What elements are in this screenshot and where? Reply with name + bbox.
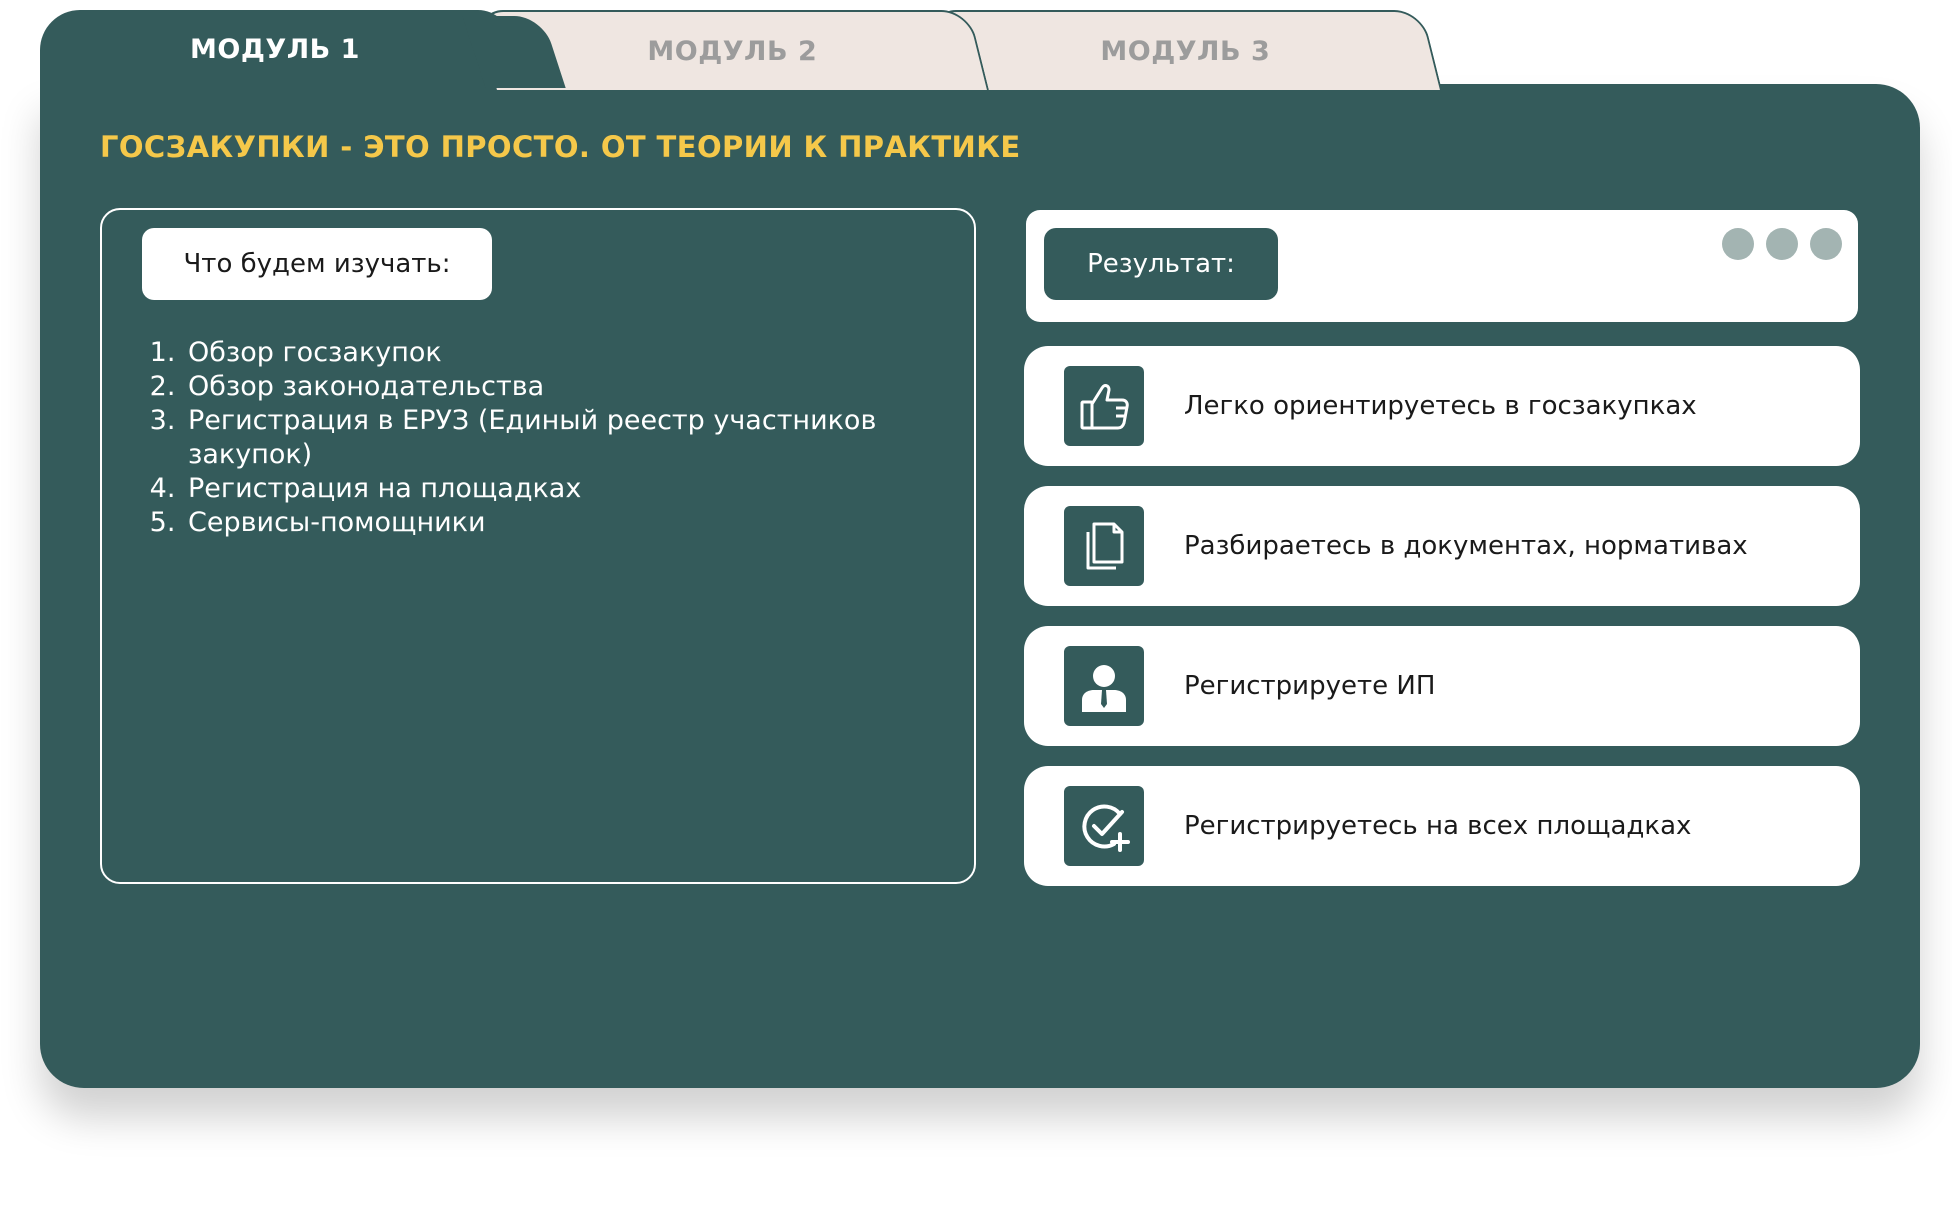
study-box: Что будем изучать: Обзор госзакупок Обзо… [100,208,976,884]
thumbs-up-icon [1064,366,1144,446]
module-tabs: МОДУЛЬ 1 МОДУЛЬ 2 МОДУЛЬ 3 [40,10,1442,90]
result-card-2: Разбираетесь в документах, нормативах [1024,486,1860,606]
result-text: Регистрируете ИП [1184,671,1436,701]
window-dots [1722,228,1842,260]
result-header: Результат: [1026,210,1858,322]
result-card-4: Регистрируетесь на всех площадках [1024,766,1860,886]
tab-module-2-label: МОДУЛЬ 2 [647,35,818,67]
result-label: Результат: [1044,228,1278,300]
result-text: Легко ориентируетесь в госзакупках [1184,391,1697,421]
tab-module-3-label: МОДУЛЬ 3 [1100,35,1271,67]
dot-icon [1810,228,1842,260]
study-item: Обзор законодательства [184,370,984,404]
study-item: Сервисы-помощники [184,506,984,540]
module-heading: ГОСЗАКУПКИ - ЭТО ПРОСТО. ОТ ТЕОРИИ К ПРА… [100,130,1021,164]
result-text: Регистрируетесь на всех площадках [1184,811,1692,841]
study-item: Регистрация в ЕРУЗ (Единый реестр участн… [184,404,984,472]
tab-module-3[interactable]: МОДУЛЬ 3 [928,10,1442,90]
check-add-icon [1064,786,1144,866]
study-list: Обзор госзакупок Обзор законодательства … [144,336,984,540]
documents-icon [1064,506,1144,586]
dot-icon [1722,228,1754,260]
module-panel: ГОСЗАКУПКИ - ЭТО ПРОСТО. ОТ ТЕОРИИ К ПРА… [40,84,1920,1088]
study-item: Обзор госзакупок [184,336,984,370]
tab-module-1[interactable]: МОДУЛЬ 1 [40,10,510,88]
tab-module-1-label: МОДУЛЬ 1 [190,33,360,65]
result-card-1: Легко ориентируетесь в госзакупках [1024,346,1860,466]
study-label: Что будем изучать: [142,228,492,300]
study-item: Регистрация на площадках [184,472,984,506]
dot-icon [1766,228,1798,260]
result-text: Разбираетесь в документах, нормативах [1184,531,1748,561]
result-card-3: Регистрируете ИП [1024,626,1860,746]
user-icon [1064,646,1144,726]
